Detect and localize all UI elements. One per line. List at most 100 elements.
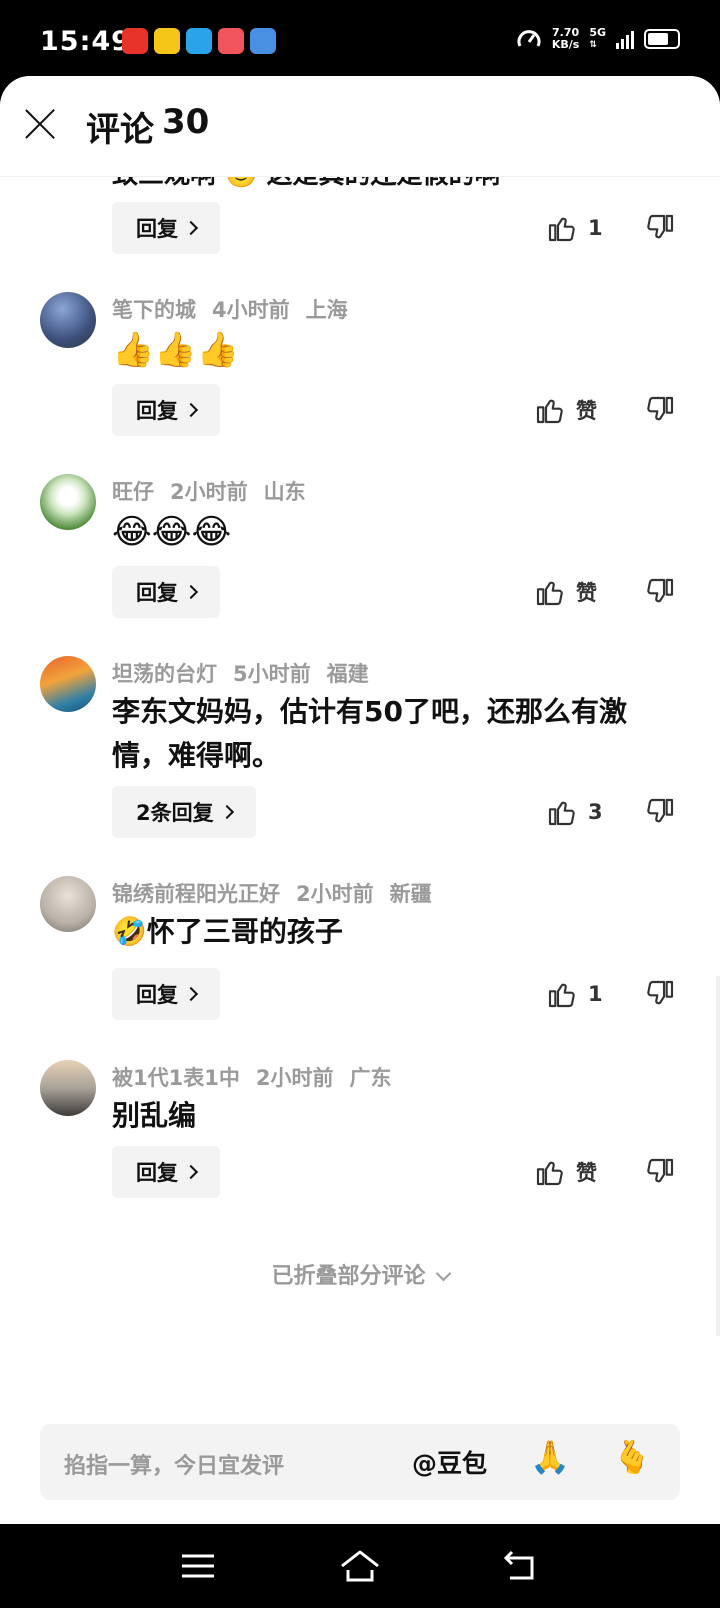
username[interactable]: 被1代1表1中 (112, 1062, 240, 1092)
reply-button[interactable]: 回复 (112, 566, 220, 618)
comment-meta: 被1代1表1中 2小时前 广东 (112, 1062, 391, 1092)
app-notification-icon (122, 28, 148, 54)
like-count: 赞 (576, 581, 597, 605)
avatar[interactable] (40, 876, 96, 932)
thumbs-down-icon (647, 214, 674, 239)
status-bar: 15:49 7.70 KB/s 5G ⇅ (0, 0, 720, 78)
chevron-right-icon (183, 584, 199, 600)
thumbs-up-icon (548, 801, 575, 826)
reply-button[interactable]: 2条回复 (112, 786, 256, 838)
dislike-button[interactable] (644, 394, 676, 430)
comment-time: 2小时前 (170, 480, 248, 504)
like-button[interactable]: 1 (546, 978, 603, 1010)
comment-time: 5小时前 (233, 662, 311, 686)
like-count: 赞 (576, 1161, 597, 1185)
comment-count: 30 (162, 102, 210, 142)
comment-location: 新疆 (389, 882, 432, 906)
app-notification-icon (218, 28, 244, 54)
reply-label: 回复 (136, 217, 178, 241)
thumbs-up-icon (536, 581, 563, 606)
thumbs-down-icon (647, 1158, 674, 1183)
comment-text: 🤣怀了三哥的孩子 (112, 915, 343, 948)
username[interactable]: 锦绣前程阳光正好 (112, 878, 280, 908)
folded-comments-toggle[interactable]: 已折叠部分评论 (0, 1258, 720, 1290)
status-right: 7.70 KB/s 5G ⇅ (516, 26, 680, 52)
username[interactable]: 坦荡的台灯 (112, 658, 217, 688)
comments-sheet: 致三观啊 🙂 这是真的还是假的啊 回复 1 笔下的城 4小时前 上海 👍👍👍 回… (0, 76, 720, 1524)
avatar[interactable] (40, 1060, 96, 1116)
status-time: 15:49 (40, 26, 131, 57)
speedometer-icon (517, 30, 541, 47)
comment-location: 福建 (326, 662, 369, 686)
chevron-right-icon (183, 220, 199, 236)
title-label: 评论 (86, 110, 154, 150)
data-arrows-icon: ⇅ (589, 40, 597, 50)
system-nav-bar (0, 1524, 720, 1608)
avatar[interactable] (40, 656, 96, 712)
comment-input[interactable]: 掐指一算，今日宜发评 @豆包 🙏 🫰 (40, 1424, 680, 1500)
input-placeholder: 掐指一算，今日宜发评 (64, 1454, 285, 1479)
avatar[interactable] (40, 474, 96, 530)
username[interactable]: 笔下的城 (112, 294, 196, 324)
mention-doubao-button[interactable]: @豆包 (412, 1444, 487, 1480)
battery-icon (644, 29, 680, 49)
reply-button[interactable]: 回复 (112, 384, 220, 436)
menu-icon[interactable] (176, 1544, 220, 1588)
like-button[interactable]: 赞 (534, 394, 597, 426)
folded-label: 已折叠部分评论 (271, 1264, 426, 1289)
page-title: 评论 30 (86, 102, 209, 151)
chevron-down-icon (435, 1265, 451, 1282)
thumbs-up-icon (548, 217, 575, 242)
speed-unit: KB/s (551, 38, 580, 51)
back-icon[interactable] (498, 1544, 542, 1588)
dislike-button[interactable] (644, 1156, 676, 1192)
chevron-right-icon (219, 804, 234, 820)
comment-meta: 旺仔 2小时前 山东 (112, 476, 306, 506)
like-count: 赞 (576, 399, 597, 423)
reply-label: 回复 (136, 983, 178, 1007)
comment-time: 4小时前 (212, 298, 290, 322)
reply-button[interactable]: 回复 (112, 202, 220, 254)
dislike-button[interactable] (644, 212, 676, 248)
username[interactable]: 旺仔 (112, 476, 154, 506)
comment-text: 李东文妈妈，估计有50了吧，还那么有激情，难得啊。 (112, 695, 627, 772)
sheet-header: 评论 30 (0, 76, 720, 177)
thumbs-down-icon (647, 798, 674, 823)
thumbs-up-icon (548, 983, 575, 1008)
comment-time: 2小时前 (296, 882, 374, 906)
thumbs-down-icon (647, 396, 674, 421)
reply-button[interactable]: 回复 (112, 1146, 220, 1198)
home-icon[interactable] (338, 1544, 382, 1588)
dislike-button[interactable] (644, 978, 676, 1014)
praying-hands-emoji-button[interactable]: 🙏 (530, 1438, 570, 1476)
comment-location: 山东 (263, 480, 306, 504)
app-notification-icon (186, 28, 212, 54)
thumbs-up-icon (536, 399, 563, 424)
like-count: 3 (588, 800, 603, 824)
like-button[interactable]: 赞 (534, 1156, 597, 1188)
comment-text: 别乱编 (112, 1099, 197, 1132)
scrollbar[interactable] (716, 976, 720, 1336)
thumbs-down-icon (647, 578, 674, 603)
comment-location: 上海 (305, 298, 348, 322)
avatar[interactable] (40, 292, 96, 348)
reply-label: 回复 (136, 1161, 178, 1185)
chevron-right-icon (183, 986, 199, 1002)
like-button[interactable]: 1 (546, 212, 603, 244)
signal-icon (616, 29, 634, 49)
close-icon[interactable] (22, 106, 58, 142)
like-count: 1 (588, 216, 603, 240)
app-notification-icon (250, 28, 276, 54)
notification-icons (122, 28, 276, 54)
comment-time: 2小时前 (255, 1066, 334, 1090)
comment-text: 😂😂😂 (112, 512, 232, 552)
dislike-button[interactable] (644, 576, 676, 612)
network-type: 5G ⇅ (589, 27, 606, 51)
thumbs-down-icon (647, 980, 674, 1005)
like-button[interactable]: 3 (546, 796, 603, 828)
dislike-button[interactable] (644, 796, 676, 832)
like-button[interactable]: 赞 (534, 576, 597, 608)
app-notification-icon (154, 28, 180, 54)
finger-heart-emoji-button[interactable]: 🫰 (612, 1438, 652, 1476)
reply-button[interactable]: 回复 (112, 968, 220, 1020)
